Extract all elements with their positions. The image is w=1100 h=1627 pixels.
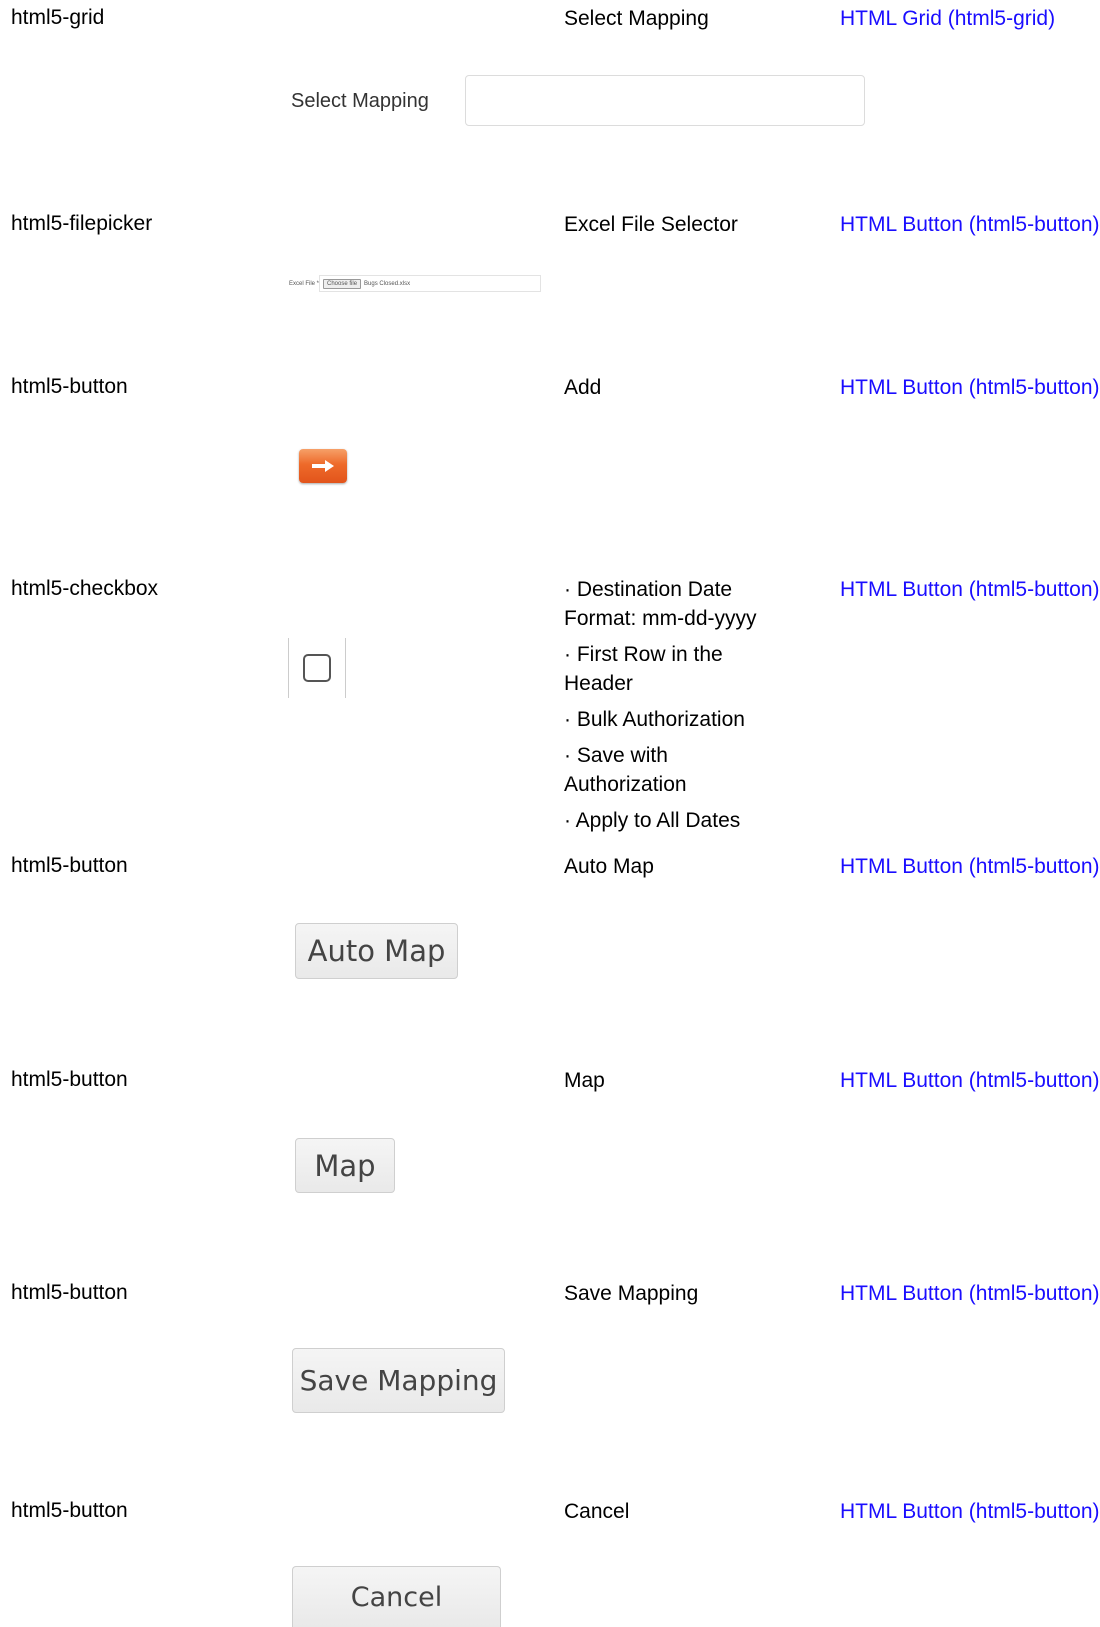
list-item: · Destination Date Format: mm-dd-yyyy bbox=[564, 578, 757, 630]
control-name: Map bbox=[564, 1069, 605, 1092]
doc-link[interactable]: HTML Button (html5-button) bbox=[840, 1280, 1100, 1307]
doc-link[interactable]: HTML Button (html5-button) bbox=[840, 1067, 1100, 1094]
file-picker-preview: Excel File * Choose file Bugs Closed.xls… bbox=[289, 275, 542, 292]
file-picker-field[interactable]: Choose file Bugs Closed.xlsx bbox=[319, 275, 542, 292]
control-type: html5-button bbox=[11, 854, 128, 877]
list-item: · Apply to All Dates bbox=[564, 809, 741, 832]
control-type: html5-filepicker bbox=[11, 212, 153, 235]
list-item: · First Row in the Header bbox=[564, 643, 723, 695]
control-type: html5-grid bbox=[11, 6, 105, 29]
choose-file-button[interactable]: Choose file bbox=[323, 278, 362, 289]
arrow-right-icon bbox=[312, 460, 334, 472]
checkbox[interactable] bbox=[303, 654, 331, 682]
file-picker-label: Excel File * bbox=[289, 280, 320, 287]
control-type: html5-button bbox=[11, 1068, 128, 1091]
control-name: Excel File Selector bbox=[564, 213, 738, 236]
checkbox-name-list: · Destination Date Format: mm-dd-yyyy · … bbox=[564, 575, 794, 842]
control-type: html5-button bbox=[11, 375, 128, 398]
select-mapping-label: Select Mapping bbox=[291, 90, 429, 112]
doc-link[interactable]: HTML Grid (html5-grid) bbox=[840, 5, 1100, 32]
auto-map-button[interactable]: Auto Map bbox=[295, 923, 458, 979]
control-name: Cancel bbox=[564, 1500, 630, 1523]
control-name: Auto Map bbox=[564, 855, 654, 878]
list-item: · Save with Authorization bbox=[564, 744, 687, 796]
control-type: html5-button bbox=[11, 1281, 128, 1304]
map-button[interactable]: Map bbox=[295, 1138, 395, 1193]
add-button[interactable] bbox=[299, 449, 347, 483]
doc-link[interactable]: HTML Button (html5-button) bbox=[840, 1498, 1100, 1525]
doc-link[interactable]: HTML Button (html5-button) bbox=[840, 576, 1100, 603]
control-type: html5-button bbox=[11, 1499, 128, 1522]
control-name: Add bbox=[564, 376, 602, 399]
control-name: Save Mapping bbox=[564, 1282, 699, 1305]
control-type: html5-checkbox bbox=[11, 577, 159, 600]
cancel-button[interactable]: Cancel bbox=[292, 1566, 501, 1627]
file-name: Bugs Closed.xlsx bbox=[364, 280, 411, 287]
control-name: Select Mapping bbox=[564, 7, 709, 30]
list-item: · Bulk Authorization bbox=[564, 708, 745, 731]
doc-link[interactable]: HTML Button (html5-button) bbox=[840, 211, 1100, 238]
doc-link[interactable]: HTML Button (html5-button) bbox=[840, 853, 1100, 880]
save-mapping-button[interactable]: Save Mapping bbox=[292, 1348, 505, 1413]
select-mapping-input[interactable] bbox=[465, 75, 865, 126]
doc-link[interactable]: HTML Button (html5-button) bbox=[840, 374, 1100, 401]
checkbox-preview bbox=[288, 638, 346, 698]
